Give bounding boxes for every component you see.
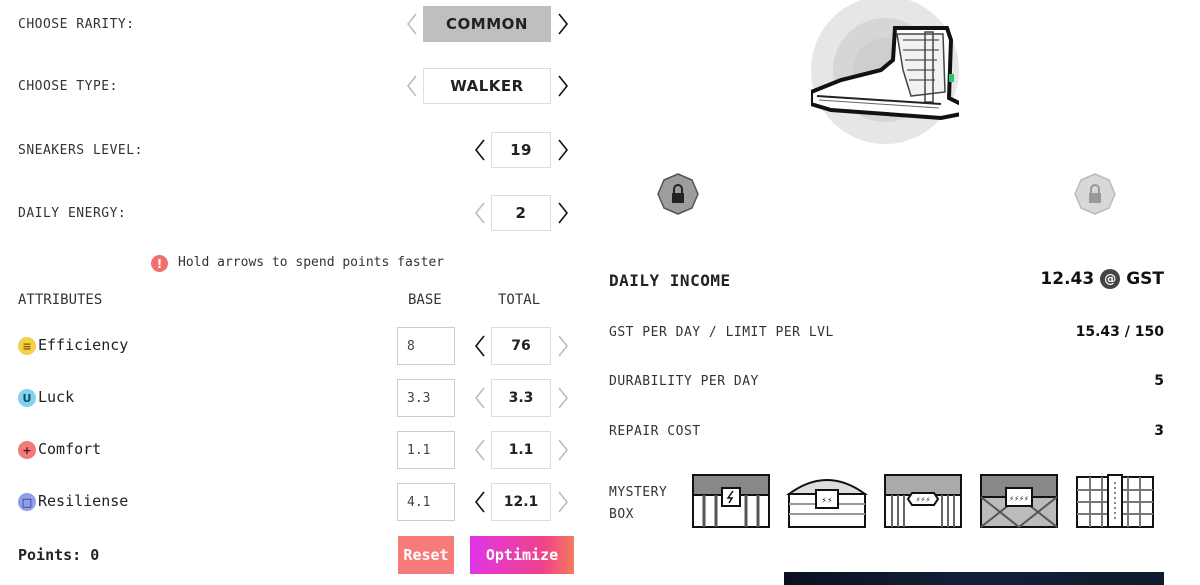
mystery-box-5-icon[interactable] [1074, 472, 1156, 530]
mystery-box-4-icon[interactable]: ⚡⚡⚡⚡ [978, 472, 1060, 530]
svg-text:⚡⚡⚡⚡: ⚡⚡⚡⚡ [1009, 495, 1029, 503]
efficiency-increase-arrow[interactable] [552, 332, 574, 360]
resilience-total: 12.1 [491, 483, 551, 521]
rarity-label: CHOOSE RARITY: [18, 17, 135, 32]
luck-increase-arrow[interactable] [552, 384, 574, 412]
type-value: WALKER [423, 68, 551, 104]
rarity-prev-arrow[interactable] [401, 10, 423, 38]
rarity-value: COMMON [423, 6, 551, 42]
luck-icon: U [18, 389, 36, 407]
resilience-base-input[interactable]: 4.1 [397, 483, 455, 521]
mystery-box-2-icon[interactable]: ⚡⚡ [785, 472, 869, 530]
total-header: TOTAL [498, 292, 541, 308]
points-counter: Points: 0 [18, 546, 100, 564]
repair-cost-label: REPAIR COST [609, 424, 701, 439]
hint-text: Hold arrows to spend points faster [178, 255, 445, 270]
resilience-icon: □ [18, 493, 36, 511]
lock-icon[interactable] [1074, 173, 1116, 215]
luck-total: 3.3 [491, 379, 551, 417]
daily-income-unit: GST [1126, 269, 1164, 289]
attribute-name-resilience: Resiliense [38, 492, 129, 510]
mystery-box-label-line2: BOX [609, 507, 634, 522]
comfort-base-input[interactable]: 1.1 [397, 431, 455, 469]
energy-value: 2 [491, 195, 551, 231]
sneaker-image [809, 0, 963, 146]
gst-coin-icon: @ [1100, 269, 1121, 289]
level-value: 19 [491, 132, 551, 168]
comfort-decrease-arrow[interactable] [469, 436, 491, 464]
svg-text:⚡⚡⚡: ⚡⚡⚡ [916, 496, 931, 504]
durability-value: 5 [1154, 373, 1164, 389]
rarity-next-arrow[interactable] [552, 10, 574, 38]
comfort-increase-arrow[interactable] [552, 436, 574, 464]
comfort-icon: + [18, 441, 36, 459]
daily-income-value-group: 12.43 @ GST [1040, 269, 1164, 289]
gst-per-day-value: 15.43 / 150 [1075, 324, 1164, 340]
attribute-name-comfort: Comfort [38, 440, 102, 458]
energy-label: DAILY ENERGY: [18, 206, 127, 221]
energy-prev-arrow[interactable] [469, 199, 491, 227]
efficiency-total: 76 [491, 327, 551, 365]
warning-icon: ! [151, 255, 168, 272]
type-next-arrow[interactable] [552, 72, 574, 100]
svg-text:⚡⚡: ⚡⚡ [821, 496, 832, 505]
base-header: BASE [408, 292, 442, 308]
type-label: CHOOSE TYPE: [18, 79, 118, 94]
efficiency-base-input[interactable]: 8 [397, 327, 455, 365]
luck-decrease-arrow[interactable] [469, 384, 491, 412]
daily-income-value: 12.43 [1040, 269, 1095, 289]
mystery-box-label-line1: MYSTERY [609, 485, 668, 500]
level-label: SNEAKERS LEVEL: [18, 143, 143, 158]
durability-label: DURABILITY PER DAY [609, 374, 759, 389]
comfort-total: 1.1 [491, 431, 551, 469]
resilience-decrease-arrow[interactable] [469, 488, 491, 516]
repair-cost-value: 3 [1154, 423, 1164, 439]
attributes-title: ATTRIBUTES [18, 292, 103, 308]
mystery-box-1-icon[interactable] [690, 472, 772, 530]
resilience-increase-arrow[interactable] [552, 488, 574, 516]
type-prev-arrow[interactable] [401, 72, 423, 100]
lock-icon[interactable] [657, 173, 699, 215]
gst-per-day-label: GST PER DAY / LIMIT PER LVL [609, 325, 834, 340]
banner-image [784, 572, 1164, 585]
mystery-box-3-icon[interactable]: ⚡⚡⚡ [882, 472, 964, 530]
luck-base-input[interactable]: 3.3 [397, 379, 455, 417]
energy-next-arrow[interactable] [552, 199, 574, 227]
efficiency-decrease-arrow[interactable] [469, 332, 491, 360]
attribute-name-efficiency: Efficiency [38, 336, 129, 354]
optimize-button[interactable]: Optimize [470, 536, 574, 574]
level-prev-arrow[interactable] [469, 136, 491, 164]
reset-button[interactable]: Reset [398, 536, 454, 574]
daily-income-label: DAILY INCOME [609, 271, 731, 290]
attribute-name-luck: Luck [38, 388, 75, 406]
level-next-arrow[interactable] [552, 136, 574, 164]
efficiency-icon: ≡ [18, 337, 36, 355]
